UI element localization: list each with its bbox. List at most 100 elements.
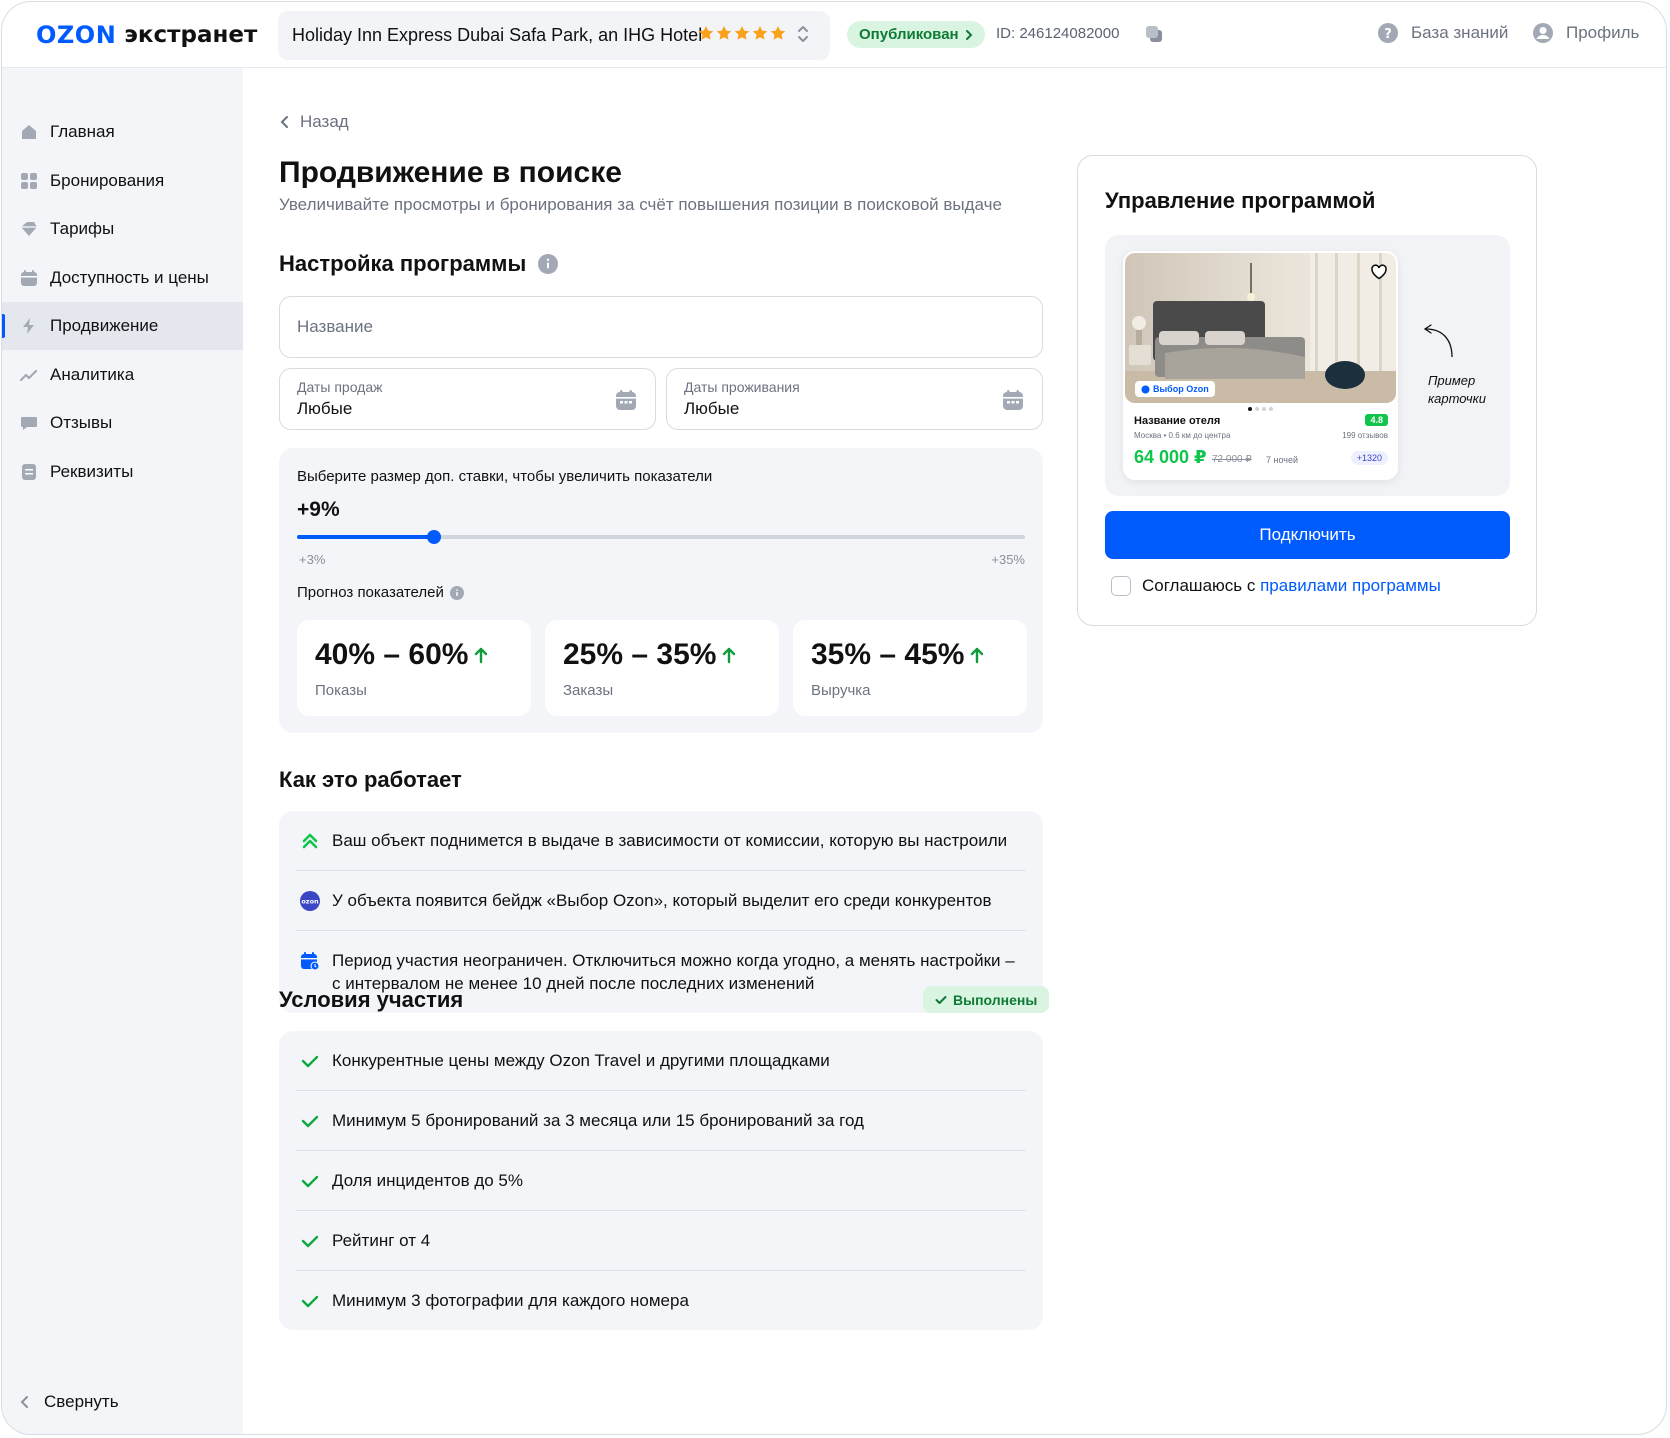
list-item-text: Конкурентные цены между Ozon Travel и др… bbox=[332, 1051, 830, 1070]
sidebar-item-label: Бронирования bbox=[50, 170, 165, 190]
sidebar-item-home[interactable]: Главная bbox=[2, 108, 243, 156]
tag-icon bbox=[21, 222, 37, 236]
star-icon bbox=[734, 26, 750, 40]
sales-dates-value: Любые bbox=[297, 399, 353, 418]
list-item: Минимум 3 фотографии для каждого номера bbox=[296, 1271, 1026, 1330]
list-item-text: У объекта появится бейдж «Выбор Ozon», к… bbox=[332, 891, 992, 910]
arrow-up-icon bbox=[723, 647, 736, 664]
check-icon bbox=[301, 1175, 319, 1188]
program-name-input[interactable]: Название bbox=[279, 296, 1043, 358]
knowledge-base-link[interactable]: ? База знаний bbox=[1377, 22, 1508, 44]
sidebar-item-bookings[interactable]: Бронирования bbox=[2, 157, 243, 205]
ozon-choice-badge: Выбор Ozon bbox=[1135, 381, 1215, 397]
sample-caption-line-2: карточки bbox=[1428, 391, 1487, 406]
hotel-id: ID: 246124082000 bbox=[996, 25, 1120, 42]
stat-card-revenue: 35% – 45% Выручка bbox=[793, 620, 1027, 716]
agree-checkbox[interactable] bbox=[1111, 576, 1131, 596]
program-name-placeholder: Название bbox=[297, 317, 373, 336]
list-item-text: Ваш объект поднимется в выдаче в зависим… bbox=[332, 831, 1008, 850]
stat-value-text: 35% – 45% bbox=[811, 638, 965, 671]
list-item-text: Рейтинг от 4 bbox=[332, 1231, 431, 1250]
hotel-selector[interactable]: Holiday Inn Express Dubai Safa Park, an … bbox=[278, 11, 830, 60]
sample-hotel-bonus: +1320 bbox=[1350, 451, 1388, 465]
logo[interactable]: OZON экстранет bbox=[36, 20, 257, 50]
info-icon[interactable] bbox=[449, 585, 464, 600]
star-icon bbox=[716, 26, 732, 40]
logo-text: экстранет bbox=[124, 22, 258, 48]
photo-pagination bbox=[1248, 407, 1273, 411]
sidebar-item-requisites[interactable]: Реквизиты bbox=[2, 448, 243, 496]
sidebar-nav: Главная Бронирования Тарифы Доступность … bbox=[2, 108, 243, 496]
slider-fill bbox=[297, 535, 434, 539]
list-item: Минимум 5 бронирований за 3 месяца или 1… bbox=[296, 1091, 1026, 1151]
calendar-icon bbox=[1003, 390, 1023, 410]
sample-hotel-price: 64 000 ₽ bbox=[1134, 447, 1207, 467]
svg-text:?: ? bbox=[1384, 27, 1392, 42]
chevron-right-icon bbox=[965, 29, 973, 40]
connect-button[interactable]: Подключить bbox=[1105, 511, 1510, 559]
sample-hotel-rating: 4.8 bbox=[1365, 414, 1388, 426]
pagination-dot bbox=[1269, 407, 1273, 411]
agree-rules-row: Соглашаюсь с правилами программы bbox=[1111, 576, 1441, 596]
card-preview: Выбор Ozon Название отеля 4.8 Москва • 0… bbox=[1105, 235, 1510, 496]
hotel-stars bbox=[698, 25, 786, 41]
pagination-dot bbox=[1248, 407, 1252, 411]
check-icon bbox=[301, 1055, 319, 1068]
stat-value: 40% – 60% bbox=[315, 638, 513, 672]
sidebar: Главная Бронирования Тарифы Доступность … bbox=[2, 68, 243, 1434]
star-icon bbox=[698, 26, 714, 40]
sidebar-item-tariffs[interactable]: Тарифы bbox=[2, 205, 243, 253]
info-icon[interactable] bbox=[538, 254, 559, 274]
collapse-label: Свернуть bbox=[44, 1392, 119, 1411]
collapse-sidebar-button[interactable]: Свернуть bbox=[20, 1392, 119, 1412]
stat-card-orders: 25% – 35% Заказы bbox=[545, 620, 779, 716]
arrow-up-icon bbox=[475, 647, 488, 664]
sample-hotel-reviews: 199 отзывов bbox=[1342, 431, 1388, 440]
copy-icon[interactable] bbox=[1144, 24, 1164, 44]
grid-icon bbox=[21, 172, 37, 189]
ozon-badge-icon: ozon bbox=[300, 891, 320, 911]
rate-hint: Выберите размер доп. ставки, чтобы увели… bbox=[297, 468, 713, 485]
forecast-heading: Прогноз показателей bbox=[297, 584, 464, 601]
sample-card-caption: Пример карточки bbox=[1428, 372, 1486, 408]
calendar-icon bbox=[616, 390, 636, 410]
stat-card-impressions: 40% – 60% Показы bbox=[297, 620, 531, 716]
choice-badge-label: Выбор Ozon bbox=[1153, 384, 1209, 394]
status-badge[interactable]: Опубликован bbox=[847, 21, 985, 48]
curved-arrow-icon bbox=[1423, 324, 1453, 358]
list-item: Доля инцидентов до 5% bbox=[296, 1151, 1026, 1211]
sidebar-item-label: Тарифы bbox=[50, 219, 115, 238]
sidebar-item-promotion[interactable]: Продвижение bbox=[2, 302, 243, 350]
lightning-icon bbox=[23, 318, 34, 334]
sample-hotel-name: Название отеля bbox=[1134, 415, 1221, 427]
home-icon bbox=[22, 125, 36, 139]
document-icon bbox=[22, 463, 36, 480]
back-link[interactable]: Назад bbox=[280, 112, 349, 132]
list-item: Рейтинг от 4 bbox=[296, 1211, 1026, 1271]
slider-thumb[interactable] bbox=[426, 530, 441, 544]
heart-icon[interactable] bbox=[1370, 263, 1388, 281]
profile-link[interactable]: Профиль bbox=[1532, 22, 1639, 44]
forecast-label: Прогноз показателей bbox=[297, 584, 444, 601]
check-icon bbox=[301, 1235, 319, 1248]
stay-dates-field[interactable]: Даты проживания Любые bbox=[666, 368, 1043, 430]
chevron-left-icon bbox=[20, 1396, 28, 1408]
program-title: Управление программой bbox=[1105, 188, 1376, 213]
sidebar-item-analytics[interactable]: Аналитика bbox=[2, 351, 243, 399]
back-label: Назад bbox=[300, 112, 349, 131]
sidebar-item-availability[interactable]: Доступность и цены bbox=[2, 254, 243, 302]
chart-line-icon bbox=[20, 369, 38, 381]
knowledge-base-label: База знаний bbox=[1411, 23, 1509, 42]
sales-dates-field[interactable]: Даты продаж Любые bbox=[279, 368, 656, 430]
stay-dates-label: Даты проживания bbox=[684, 379, 800, 395]
double-chevron-up-icon bbox=[302, 833, 318, 849]
sidebar-item-reviews[interactable]: Отзывы bbox=[2, 399, 243, 447]
rate-slider[interactable] bbox=[297, 530, 1025, 544]
stat-value-text: 25% – 35% bbox=[563, 638, 717, 671]
program-rules-link[interactable]: правилами программы bbox=[1260, 576, 1441, 595]
list-item: Конкурентные цены между Ozon Travel и др… bbox=[296, 1031, 1026, 1091]
stat-label: Выручка bbox=[811, 682, 871, 699]
rate-panel: Выберите размер доп. ставки, чтобы увели… bbox=[279, 448, 1043, 733]
calendar-clock-icon bbox=[301, 952, 320, 971]
hotel-name: Holiday Inn Express Dubai Safa Park, an … bbox=[292, 25, 703, 45]
